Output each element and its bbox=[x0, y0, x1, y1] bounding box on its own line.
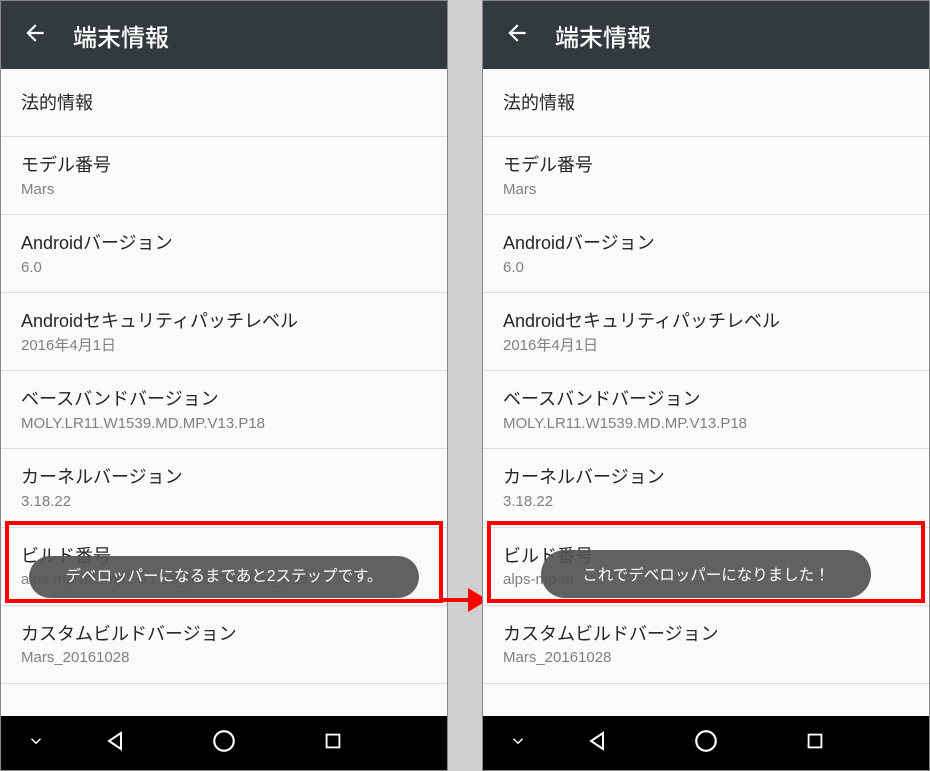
item-subtitle: MOLY.LR11.W1539.MD.MP.V13.P18 bbox=[503, 415, 909, 434]
item-title: Androidバージョン bbox=[21, 231, 427, 255]
nav-back-button[interactable] bbox=[103, 729, 127, 758]
list-item-model[interactable]: モデル番号 Mars bbox=[483, 137, 929, 215]
item-title: カーネルバージョン bbox=[503, 465, 909, 489]
arrow-back-icon bbox=[22, 20, 48, 51]
item-title: カスタムビルドバージョン bbox=[21, 622, 427, 646]
item-title: 法的情報 bbox=[21, 85, 427, 121]
item-title: Androidバージョン bbox=[503, 231, 909, 255]
nav-home-button[interactable] bbox=[211, 728, 237, 759]
phone-right: 端末情報 法的情報 モデル番号 Mars Androidバージョン 6.0 An… bbox=[482, 0, 930, 771]
toast: デベロッパーになるまであと2ステップです。 bbox=[29, 556, 419, 598]
navigation-bar bbox=[483, 716, 929, 770]
item-subtitle: 6.0 bbox=[21, 259, 427, 278]
triangle-back-icon bbox=[103, 729, 127, 758]
list-item-security-patch[interactable]: Androidセキュリティパッチレベル 2016年4月1日 bbox=[483, 293, 929, 371]
square-recent-icon bbox=[804, 730, 826, 757]
nav-recent-button[interactable] bbox=[804, 730, 826, 757]
item-title: カーネルバージョン bbox=[21, 465, 427, 489]
circle-home-icon bbox=[693, 728, 719, 759]
list-item-kernel[interactable]: カーネルバージョン 3.18.22 bbox=[483, 449, 929, 527]
settings-list: 法的情報 モデル番号 Mars Androidバージョン 6.0 Android… bbox=[1, 69, 447, 716]
list-item-kernel[interactable]: カーネルバージョン 3.18.22 bbox=[1, 449, 447, 527]
nav-back-button[interactable] bbox=[585, 729, 609, 758]
side-by-side-container: 端末情報 法的情報 モデル番号 Mars Androidバージョン 6.0 An… bbox=[0, 0, 930, 771]
triangle-back-icon bbox=[585, 729, 609, 758]
chevron-down-icon bbox=[27, 732, 45, 755]
item-subtitle: Mars_20161028 bbox=[503, 649, 909, 668]
transition-gap bbox=[448, 0, 482, 771]
item-title: ベースバンドバージョン bbox=[503, 387, 909, 411]
back-button[interactable] bbox=[15, 15, 55, 55]
list-item-baseband[interactable]: ベースバンドバージョン MOLY.LR11.W1539.MD.MP.V13.P1… bbox=[1, 371, 447, 449]
square-recent-icon bbox=[322, 730, 344, 757]
item-subtitle: Mars bbox=[503, 181, 909, 200]
back-button[interactable] bbox=[497, 15, 537, 55]
item-title: モデル番号 bbox=[503, 153, 909, 177]
nav-overflow-button[interactable] bbox=[27, 732, 45, 755]
item-subtitle: 2016年4月1日 bbox=[503, 337, 909, 356]
list-item-legal[interactable]: 法的情報 bbox=[483, 69, 929, 137]
chevron-down-icon bbox=[509, 732, 527, 755]
settings-list: 法的情報 モデル番号 Mars Androidバージョン 6.0 Android… bbox=[483, 69, 929, 716]
phone-left: 端末情報 法的情報 モデル番号 Mars Androidバージョン 6.0 An… bbox=[0, 0, 448, 771]
appbar-title: 端末情報 bbox=[555, 18, 651, 53]
nav-overflow-button[interactable] bbox=[509, 732, 527, 755]
list-item-custom-build[interactable]: カスタムビルドバージョン Mars_20161028 bbox=[483, 606, 929, 684]
item-subtitle: Mars_20161028 bbox=[21, 649, 427, 668]
nav-recent-button[interactable] bbox=[322, 730, 344, 757]
circle-home-icon bbox=[211, 728, 237, 759]
list-item-android-version[interactable]: Androidバージョン 6.0 bbox=[1, 215, 447, 293]
appbar: 端末情報 bbox=[1, 1, 447, 69]
appbar: 端末情報 bbox=[483, 1, 929, 69]
nav-home-button[interactable] bbox=[693, 728, 719, 759]
list-item-model[interactable]: モデル番号 Mars bbox=[1, 137, 447, 215]
item-title: モデル番号 bbox=[21, 153, 427, 177]
item-subtitle: Mars bbox=[21, 181, 427, 200]
list-item-baseband[interactable]: ベースバンドバージョン MOLY.LR11.W1539.MD.MP.V13.P1… bbox=[483, 371, 929, 449]
arrow-back-icon bbox=[504, 20, 530, 51]
item-subtitle: MOLY.LR11.W1539.MD.MP.V13.P18 bbox=[21, 415, 427, 434]
item-subtitle: 2016年4月1日 bbox=[21, 337, 427, 356]
list-item-custom-build[interactable]: カスタムビルドバージョン Mars_20161028 bbox=[1, 606, 447, 684]
list-item-legal[interactable]: 法的情報 bbox=[1, 69, 447, 137]
list-item-security-patch[interactable]: Androidセキュリティパッチレベル 2016年4月1日 bbox=[1, 293, 447, 371]
toast: これでデベロッパーになりました！ bbox=[541, 550, 871, 598]
item-subtitle: 6.0 bbox=[503, 259, 909, 278]
list-item-android-version[interactable]: Androidバージョン 6.0 bbox=[483, 215, 929, 293]
item-title: 法的情報 bbox=[503, 85, 909, 121]
appbar-title: 端末情報 bbox=[73, 18, 169, 53]
navigation-bar bbox=[1, 716, 447, 770]
item-title: Androidセキュリティパッチレベル bbox=[503, 309, 909, 333]
item-title: Androidセキュリティパッチレベル bbox=[21, 309, 427, 333]
item-subtitle: 3.18.22 bbox=[503, 493, 909, 512]
item-subtitle: 3.18.22 bbox=[21, 493, 427, 512]
item-title: カスタムビルドバージョン bbox=[503, 622, 909, 646]
item-title: ベースバンドバージョン bbox=[21, 387, 427, 411]
